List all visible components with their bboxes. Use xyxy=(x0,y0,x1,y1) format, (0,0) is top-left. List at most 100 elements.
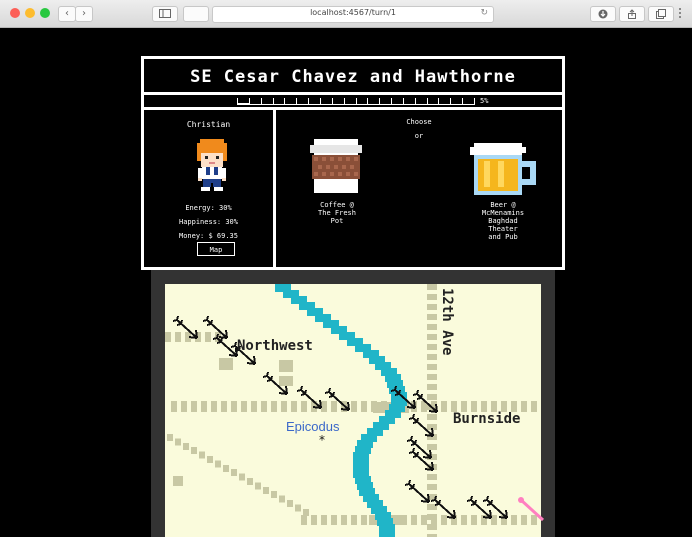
forward-icon: › xyxy=(82,8,86,19)
progress-tick xyxy=(249,98,250,104)
diagonal-road-segment xyxy=(175,438,181,446)
burnside-road-segment xyxy=(441,401,447,412)
progress-tick xyxy=(391,98,392,104)
twelfth-ave-road-segment xyxy=(427,474,437,480)
twelfth-ave-road-segment xyxy=(427,484,437,490)
bottom-road-segment xyxy=(521,515,527,525)
bottom-road-segment xyxy=(311,515,317,525)
progress-tick xyxy=(344,98,345,104)
twelfth-ave-road-segment xyxy=(427,384,437,390)
bottom-road-segment xyxy=(411,515,417,525)
share-icon xyxy=(628,9,636,19)
diagonal-road-segment xyxy=(183,442,189,450)
progress-tick xyxy=(379,98,380,104)
twelfth-ave-road-segment xyxy=(427,524,437,530)
progress-tick xyxy=(296,98,297,104)
blank-toolbar-button[interactable] xyxy=(183,6,209,22)
map-block xyxy=(279,376,293,386)
twelfth-ave-road-segment xyxy=(427,334,437,340)
bottom-road-segment xyxy=(331,515,337,525)
coffee-cup-icon xyxy=(310,139,362,193)
beer-label-line: Beer @ xyxy=(490,201,516,209)
more-icon[interactable] xyxy=(679,8,683,18)
twelfth-ave-road-segment xyxy=(427,374,437,380)
progress-tick xyxy=(356,98,357,104)
progress-tick xyxy=(332,98,333,104)
progress-tick xyxy=(261,98,262,104)
back-button[interactable]: ‹ xyxy=(58,6,76,22)
zoom-window-button[interactable] xyxy=(40,8,50,18)
choice-panel: Choose or Coffee @ The Fresh Pot Beer @ … xyxy=(276,110,562,267)
diagonal-road-segment xyxy=(207,456,213,463)
burnside-road-segment xyxy=(321,401,327,412)
northwest-road-segment xyxy=(205,332,211,342)
bottom-road-segment xyxy=(531,515,537,525)
burnside-road-segment xyxy=(211,401,217,412)
diagonal-road-segment xyxy=(167,434,173,441)
money-stat: Money: $ 69.35 xyxy=(178,232,238,240)
player-name: Christian xyxy=(186,120,231,129)
happiness-stat: Happiness: 30% xyxy=(178,218,238,226)
diagonal-road-segment xyxy=(199,451,205,459)
burnside-road-segment xyxy=(361,401,367,412)
burnside-road-segment xyxy=(271,401,277,412)
progress-tick xyxy=(284,98,285,104)
diagonal-road-segment xyxy=(303,508,309,516)
bottom-road-segment xyxy=(341,515,347,525)
address-bar[interactable]: localhost:4567/turn/1 ↻ xyxy=(212,6,494,23)
diagonal-road-segment xyxy=(295,504,301,512)
progress-tick xyxy=(367,98,368,104)
close-window-button[interactable] xyxy=(10,8,20,18)
bottom-road-segment xyxy=(461,515,467,525)
burnside-road-segment xyxy=(531,401,537,412)
burnside-road-segment xyxy=(251,401,257,412)
forward-button[interactable]: › xyxy=(75,6,93,22)
bottom-road-segment xyxy=(301,515,307,525)
twelfth-ave-road-segment xyxy=(427,284,437,290)
map-button[interactable]: Map xyxy=(197,242,235,256)
minimize-window-button[interactable] xyxy=(25,8,35,18)
epicodus-marker-icon: * xyxy=(319,433,325,447)
energy-stat: Energy: 30% xyxy=(185,204,232,212)
beer-choice[interactable]: Beer @ McMenamins Baghdad Theater and Pu… xyxy=(460,139,546,241)
river-segment xyxy=(379,530,395,537)
map-block xyxy=(173,476,183,486)
burnside-label: Burnside xyxy=(453,411,520,427)
share-button[interactable] xyxy=(619,6,645,22)
burnside-road-segment xyxy=(521,401,527,412)
reload-icon[interactable]: ↻ xyxy=(480,8,488,18)
map-block xyxy=(279,360,293,372)
bottom-road-segment xyxy=(321,515,327,525)
choose-heading: Choose xyxy=(406,118,432,126)
northwest-label: Northwest xyxy=(237,338,313,354)
trip-progress: 5% xyxy=(144,95,562,110)
diagonal-road-segment xyxy=(223,464,229,472)
twelfth-ave-road-segment xyxy=(427,414,437,420)
bottom-road-segment xyxy=(471,515,477,525)
twelfth-ave-label: 12th Ave xyxy=(439,288,455,355)
bottom-road-segment xyxy=(361,515,367,525)
twelfth-ave-road-segment xyxy=(427,294,437,300)
diagonal-road-segment xyxy=(271,491,277,499)
download-button[interactable] xyxy=(590,6,616,22)
back-icon: ‹ xyxy=(65,8,69,19)
bottom-road-segment xyxy=(401,515,407,525)
progress-tick xyxy=(427,98,428,104)
progress-tick xyxy=(320,98,321,104)
coffee-choice[interactable]: Coffee @ The Fresh Pot xyxy=(296,139,378,225)
burnside-road-segment xyxy=(221,401,227,412)
progress-tick xyxy=(438,98,439,104)
progress-tick xyxy=(474,98,475,104)
sidebar-button[interactable] xyxy=(152,6,178,22)
tabs-button[interactable] xyxy=(648,6,674,22)
beer-mug-icon xyxy=(470,143,536,195)
burnside-road-segment xyxy=(191,401,197,412)
progress-tick xyxy=(308,98,309,104)
diagonal-road-segment xyxy=(263,486,269,494)
diagonal-road-segment xyxy=(279,495,285,503)
location-title: SE Cesar Chavez and Hawthorne xyxy=(144,59,562,95)
player-stats: Energy: 30% Happiness: 30% Money: $ 69.3… xyxy=(144,201,273,243)
burnside-road-segment xyxy=(261,401,267,412)
diagonal-road-segment xyxy=(247,478,253,485)
progress-tick xyxy=(403,98,404,104)
